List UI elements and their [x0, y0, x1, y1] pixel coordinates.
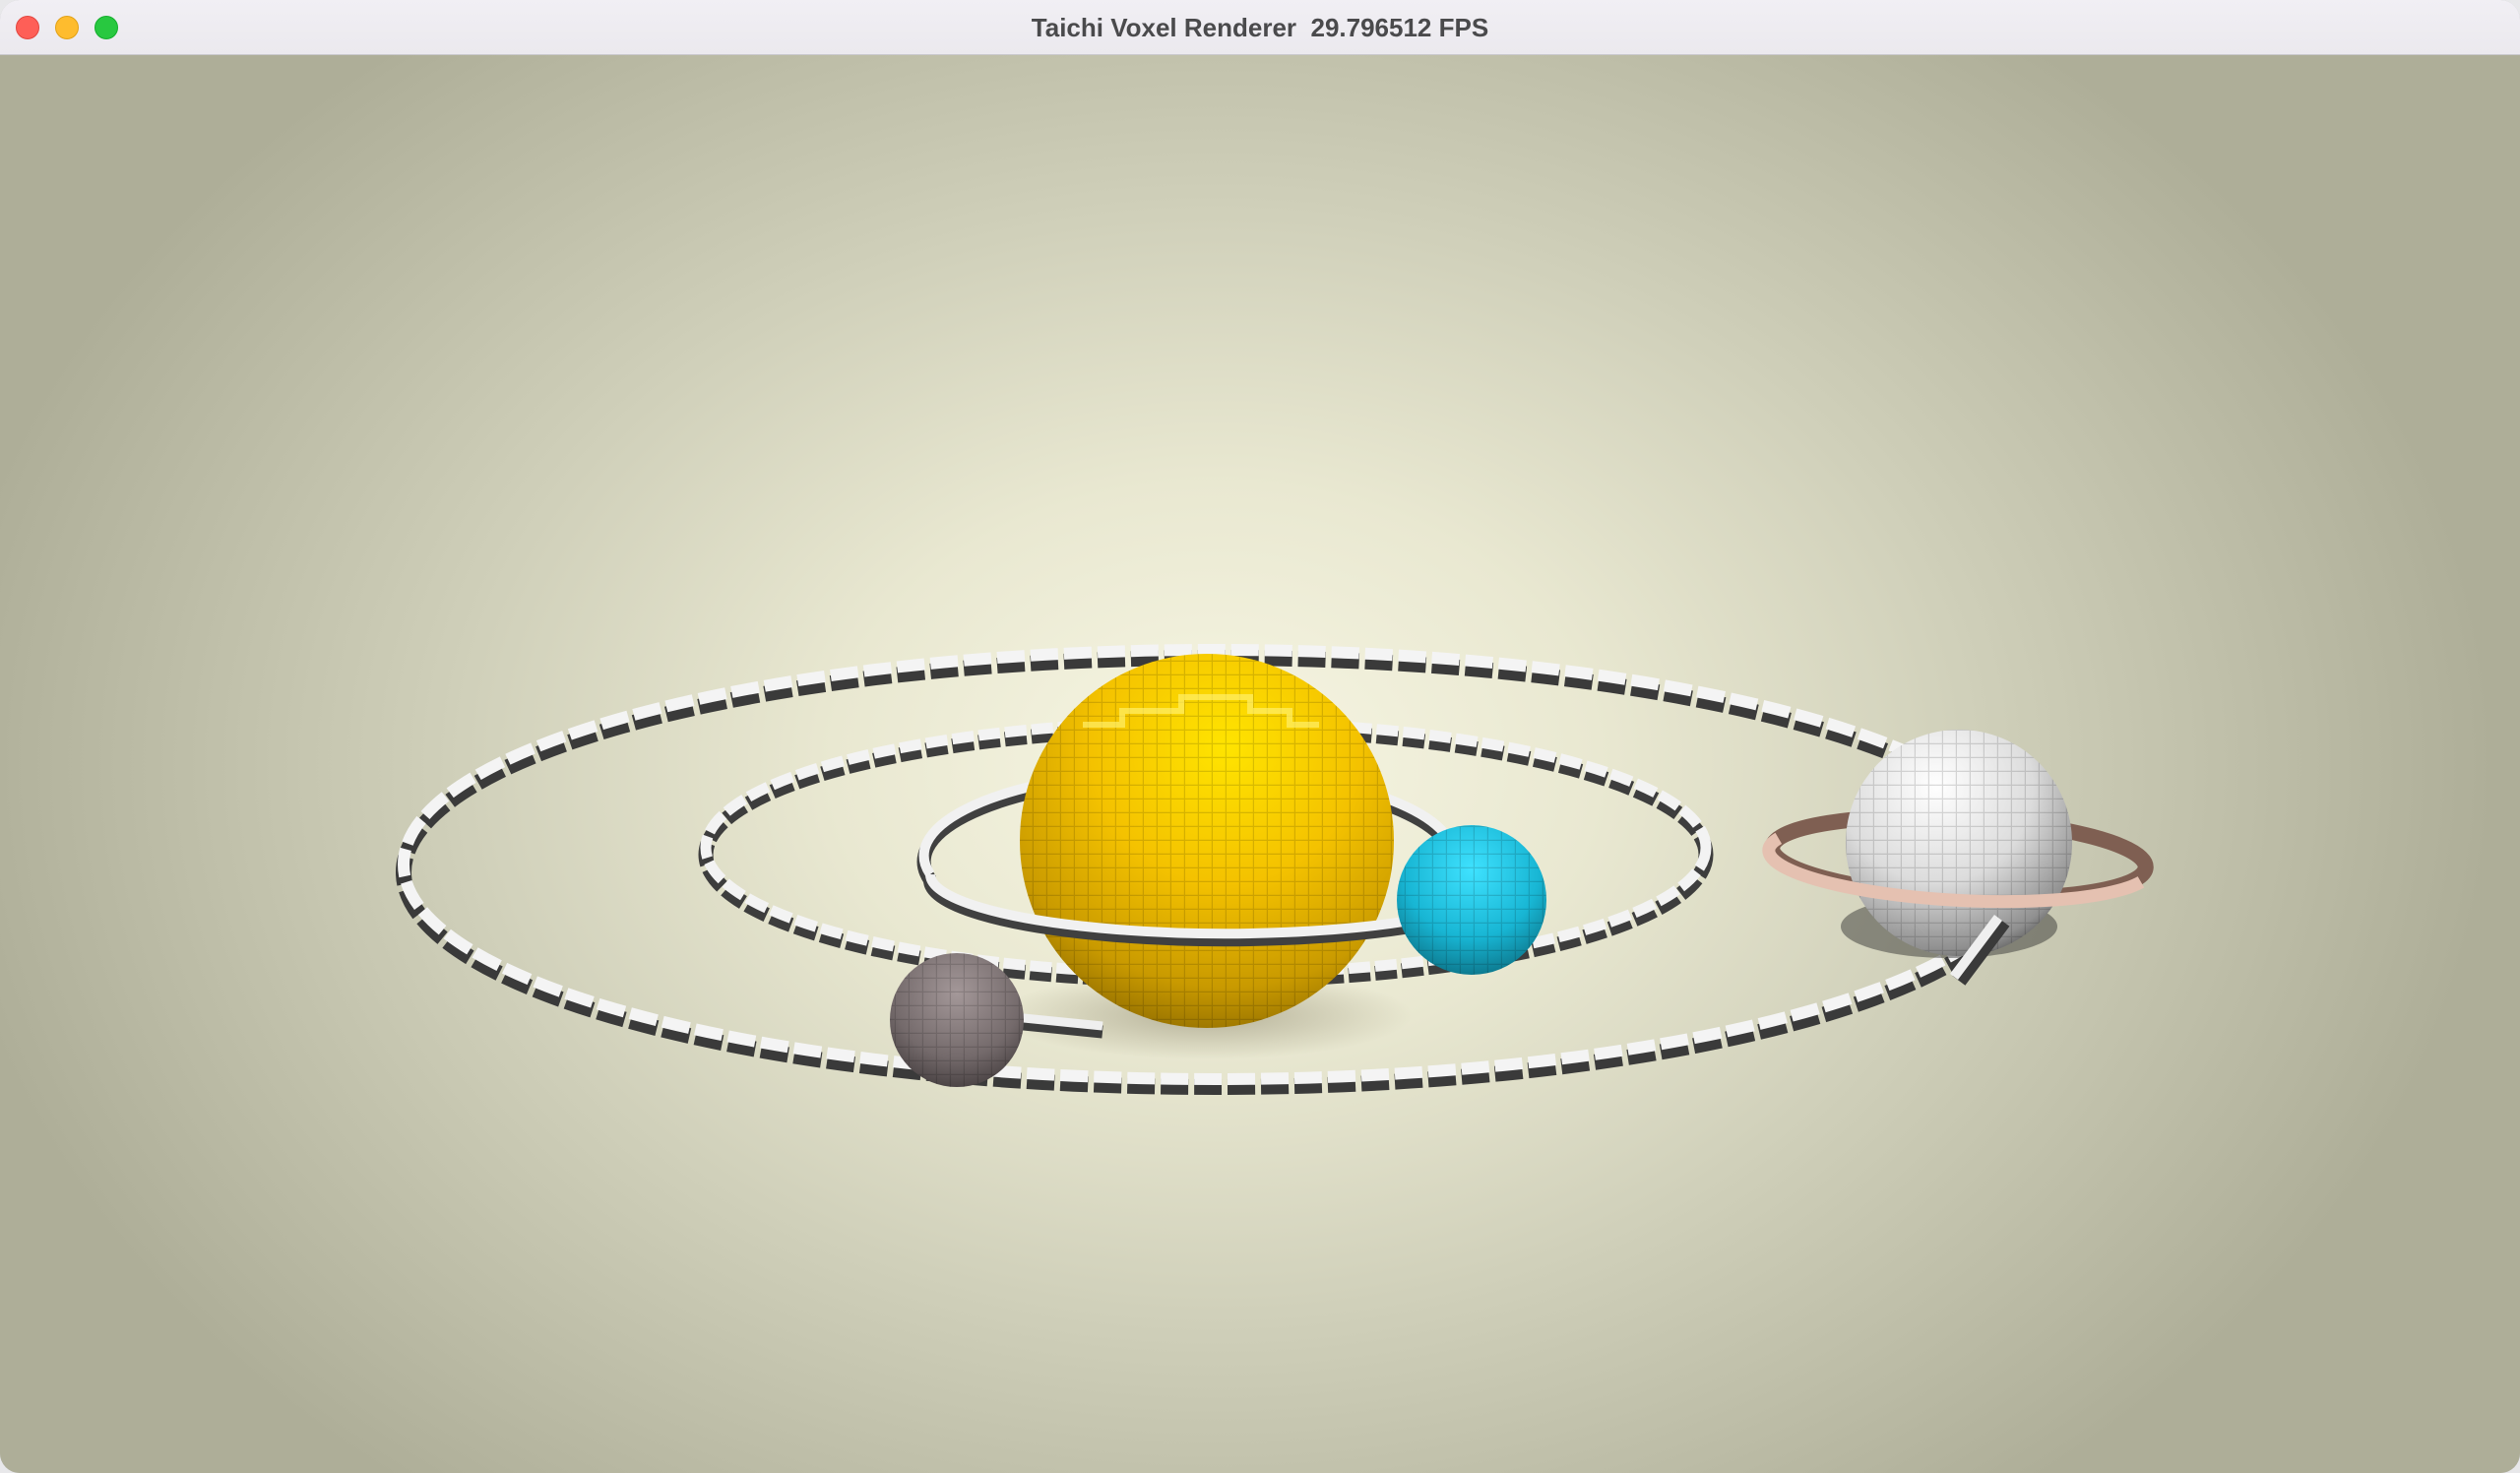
voxel-scene — [396, 644, 2154, 1095]
render-viewport[interactable] — [0, 55, 2520, 1473]
sun — [1020, 654, 1394, 1028]
title-bar[interactable]: Taichi Voxel Renderer 29.796512 FPS — [0, 0, 2520, 55]
ringed-planet — [1762, 730, 2154, 986]
window-title: Taichi Voxel Renderer 29.796512 FPS — [1031, 13, 1489, 42]
app-window: Taichi Voxel Renderer 29.796512 FPS — [0, 0, 2520, 1473]
cyan-planet — [1397, 825, 1546, 975]
